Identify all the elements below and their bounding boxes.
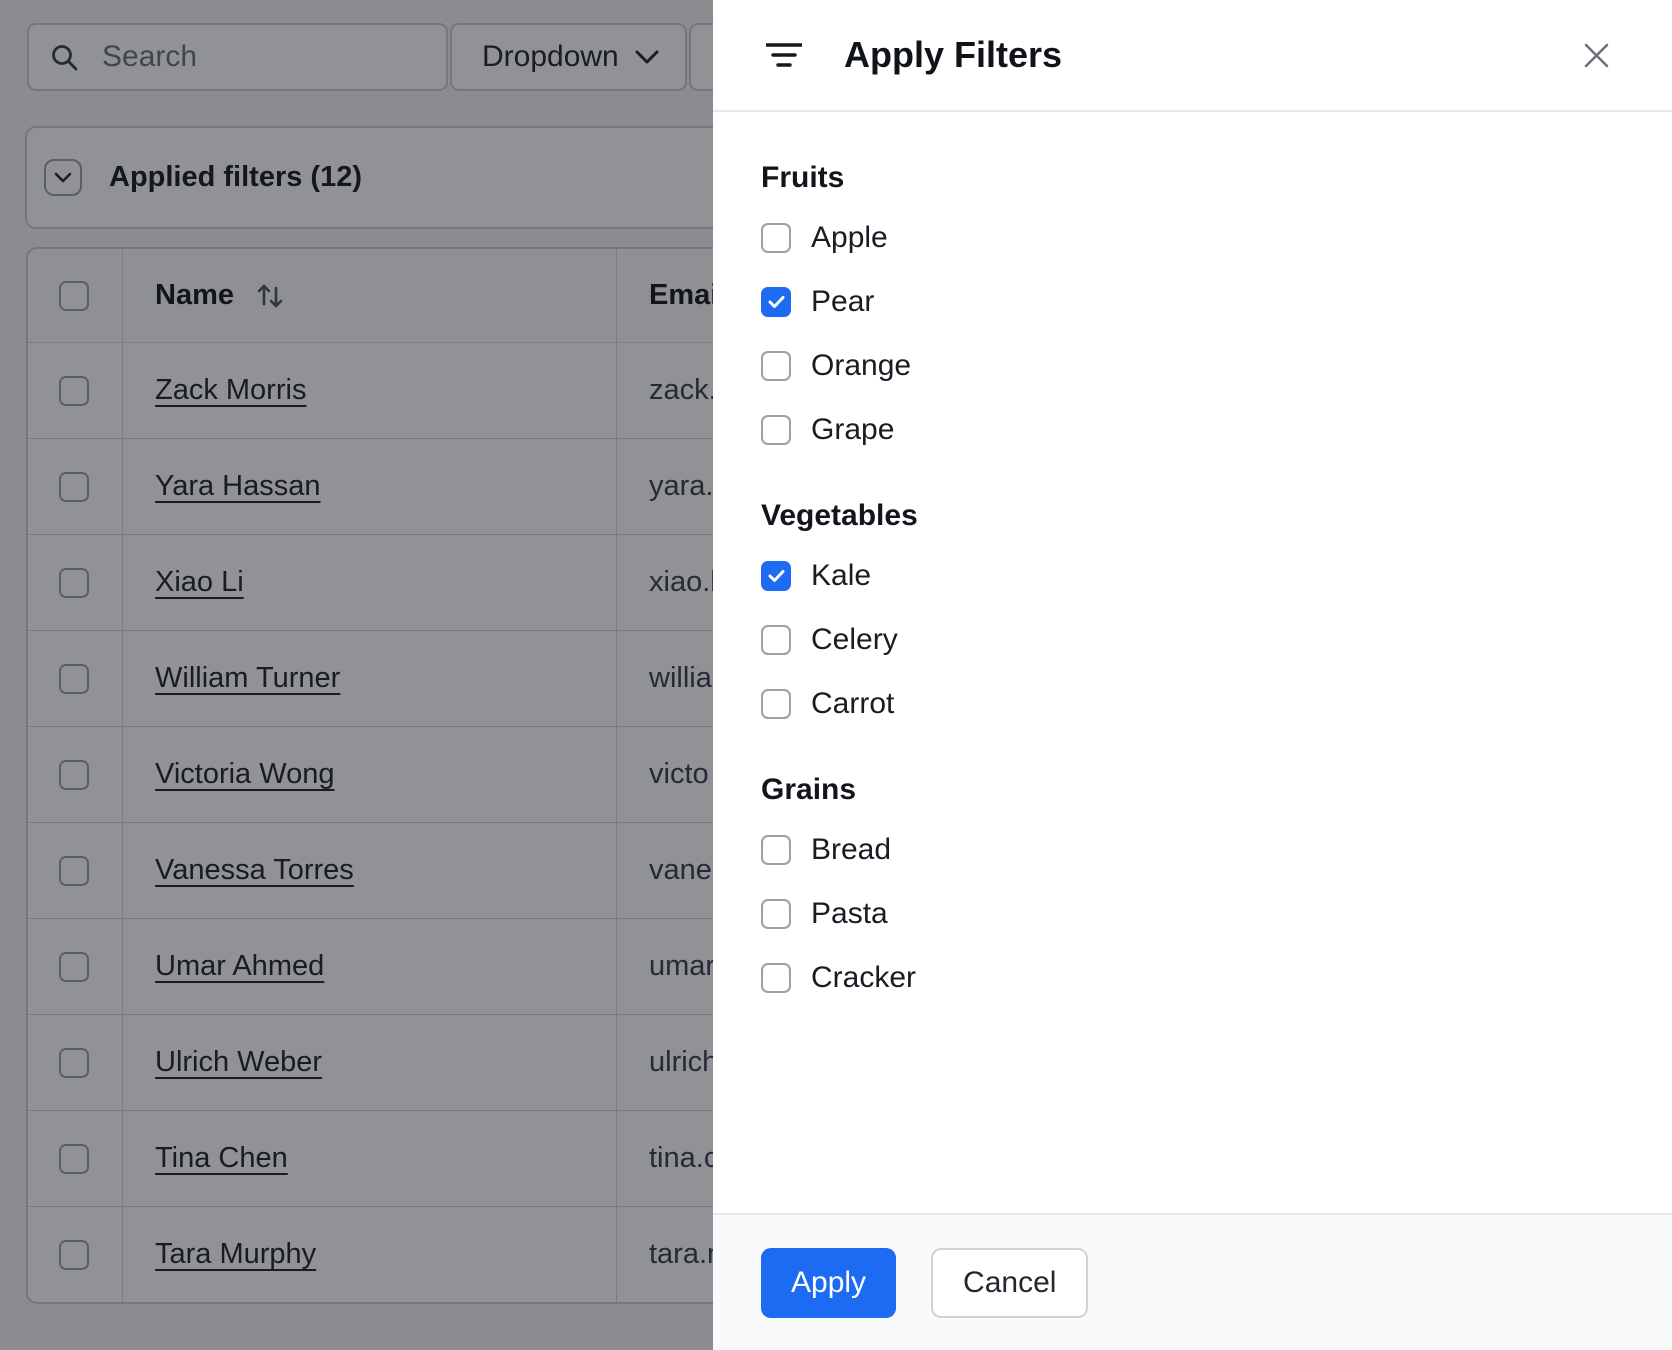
apply-filters-panel: Apply Filters Fruits Apple Pear Orange Grape… — [713, 0, 1672, 1350]
filter-option[interactable]: Carrot — [761, 672, 1624, 736]
filter-option-label: Carrot — [811, 687, 895, 720]
cancel-button[interactable]: Cancel — [931, 1248, 1089, 1318]
filter-option-label: Grape — [811, 413, 895, 446]
filter-option[interactable]: Pasta — [761, 882, 1624, 946]
filter-section-title: Vegetables — [761, 499, 918, 532]
panel-footer: Apply Cancel — [713, 1213, 1672, 1350]
filter-option[interactable]: Orange — [761, 334, 1624, 398]
filter-option-label: Kale — [811, 559, 872, 592]
filter-option-label: Apple — [811, 221, 888, 254]
filter-section-title: Grains — [761, 773, 857, 806]
filter-option[interactable]: Celery — [761, 608, 1624, 672]
filter-option[interactable]: Bread — [761, 818, 1624, 882]
checkbox-unchecked[interactable] — [761, 835, 791, 865]
checkbox-unchecked[interactable] — [761, 351, 791, 381]
panel-header: Apply Filters — [713, 0, 1672, 112]
checkbox-unchecked[interactable] — [761, 415, 791, 445]
filter-option-label: Pear — [811, 285, 875, 318]
filter-option-label: Cracker — [811, 961, 917, 994]
filter-option[interactable]: Cracker — [761, 946, 1624, 1010]
filter-lines-icon — [766, 42, 802, 69]
close-button[interactable] — [1574, 33, 1618, 77]
filter-option[interactable]: Apple — [761, 206, 1624, 270]
checkbox-unchecked[interactable] — [761, 689, 791, 719]
checkbox-unchecked[interactable] — [761, 899, 791, 929]
filter-section: Vegetables Kale Celery Carrot — [761, 494, 1624, 736]
filter-option[interactable]: Grape — [761, 398, 1624, 462]
filter-section-title: Fruits — [761, 161, 845, 194]
filter-sections: Fruits Apple Pear Orange Grape Vegetables Kale… — [713, 112, 1672, 1010]
filter-option-label: Bread — [811, 833, 892, 866]
filter-section: Fruits Apple Pear Orange Grape — [761, 156, 1624, 462]
filter-option-label: Orange — [811, 349, 912, 382]
checkbox-checked[interactable] — [761, 561, 791, 591]
apply-button[interactable]: Apply — [761, 1248, 897, 1318]
checkbox-unchecked[interactable] — [761, 963, 791, 993]
filter-option[interactable]: Kale — [761, 544, 1624, 608]
filter-section: Grains Bread Pasta Cracker — [761, 768, 1624, 1010]
panel-title: Apply Filters — [844, 34, 1063, 75]
filter-option-label: Celery — [811, 623, 898, 656]
checkbox-checked[interactable] — [761, 287, 791, 317]
filter-option-label: Pasta — [811, 897, 888, 930]
checkbox-unchecked[interactable] — [761, 223, 791, 253]
filter-option[interactable]: Pear — [761, 270, 1624, 334]
checkbox-unchecked[interactable] — [761, 625, 791, 655]
